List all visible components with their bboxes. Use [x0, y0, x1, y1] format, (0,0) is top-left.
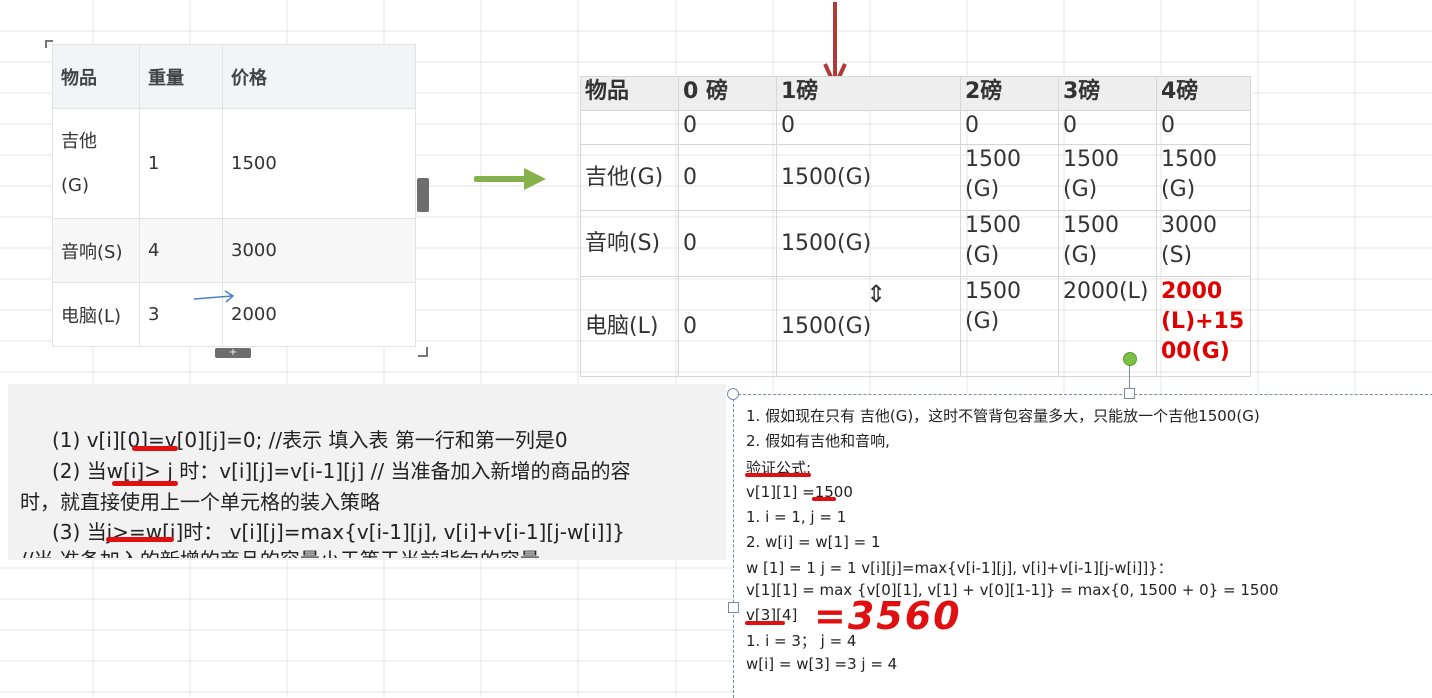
dp-cell: 1500(G): [1058, 144, 1157, 211]
dp-header: 物品: [580, 76, 679, 111]
header-item: 物品: [52, 44, 140, 109]
dp-header: 3磅: [1058, 76, 1157, 111]
dp-cell: 0: [960, 110, 1059, 145]
dp-header: 2磅: [960, 76, 1059, 111]
item-suffix: (G): [61, 174, 89, 196]
resize-cursor-icon: ⇕: [866, 280, 887, 308]
dp-cell: 0: [1058, 110, 1157, 145]
header-price: 价格: [222, 44, 416, 109]
dp-table: 物品 0 磅 1磅 2磅 3磅 4磅 0 0 0 0 0 吉他(G) 0 150…: [580, 76, 1251, 377]
note-line: 2. 假如有吉他和音响,: [746, 432, 890, 450]
green-arrow-icon: [474, 168, 546, 190]
dp-cell: [580, 110, 679, 145]
blue-arrow-icon: [193, 290, 235, 303]
handwritten-underline: [112, 481, 178, 486]
dp-cell: 1500(G): [960, 144, 1059, 211]
handwritten-result: =3560: [814, 594, 962, 638]
formula-line-3: 时，就直接使用上一个单元格的装入策略: [20, 490, 380, 514]
dp-header: 0 磅: [678, 76, 777, 111]
note-line: v[1][1] =1500: [746, 483, 853, 501]
dp-cell: 0: [678, 144, 777, 211]
rotate-handle[interactable]: [1123, 352, 1137, 366]
corner-resize-icon[interactable]: [45, 40, 53, 48]
dp-cell: 0: [678, 276, 777, 377]
corner-resize-icon[interactable]: [418, 347, 428, 357]
note-line: 1. 假如现在只有 吉他(G)，这时不管背包容量多大，只能放一个吉他1500(G…: [746, 407, 1260, 425]
table-cell: 3000: [222, 218, 416, 283]
table-cell: 1: [139, 108, 223, 219]
dp-cell: 电脑(L): [580, 276, 679, 377]
dp-cell-highlight: 2000(L)+1500(G): [1156, 276, 1251, 377]
dp-cell: 音响(S): [580, 210, 679, 277]
note-line: 2. w[i] = w[1] = 1: [746, 533, 881, 551]
dp-cell: 0: [678, 210, 777, 277]
dp-cell: 1500(G): [960, 210, 1059, 277]
selection-handle[interactable]: [727, 388, 739, 400]
note-line: 1. i = 1, j = 1: [746, 508, 847, 526]
table-add-row-handle[interactable]: +: [215, 348, 251, 358]
table-cell: 2000: [222, 282, 416, 347]
dp-cell: 0: [1156, 110, 1251, 145]
table-cell: 音响(S): [52, 218, 140, 283]
item-name: 吉他: [61, 130, 97, 152]
selection-handle[interactable]: [1124, 388, 1135, 399]
dp-cell: 2000(L): [1058, 276, 1157, 377]
note-line: w[i] = w[3] =3 j = 4: [746, 655, 898, 673]
dp-cell: 1500(G): [1058, 210, 1157, 277]
dp-cell: 1500(G): [960, 276, 1059, 377]
note-line: w [1] = 1 j = 1 v[i][j]=max{v[i-1][j], v…: [746, 559, 1173, 577]
handwritten-underline: [745, 473, 811, 477]
table-cell: 4: [139, 218, 223, 283]
formula-line-1: (1) v[i][0]=v[0][j]=0; //表示 填入表 第一行和第一列是…: [52, 428, 568, 452]
dp-cell: 3000(S): [1156, 210, 1251, 277]
handwritten-underline: [106, 537, 174, 542]
formula-line-5: //当 准备加入的新增的商品的容量小于等于当前背包的容量: [20, 544, 540, 558]
table-cell: 电脑(L): [52, 282, 140, 347]
table-cell: 吉他 (G): [52, 108, 140, 219]
formula-line-2: (2) 当w[i]> j 时：v[i][j]=v[i-1][j] // 当准备加…: [52, 459, 631, 483]
table-cell: 1500: [222, 108, 416, 219]
dp-header: 4磅: [1156, 76, 1251, 111]
dp-cell: 1500(G): [776, 144, 961, 211]
dp-cell: 1500(G): [1156, 144, 1251, 211]
dp-cell: 1500(G): [776, 210, 961, 277]
dp-cell: 吉他(G): [580, 144, 679, 211]
table-resize-handle-right[interactable]: [417, 178, 429, 212]
header-weight: 重量: [139, 44, 223, 109]
dp-header: 1磅: [776, 76, 961, 111]
handwritten-underline: [812, 497, 836, 501]
handwritten-underline: [745, 621, 785, 625]
selection-handle[interactable]: [728, 602, 739, 613]
dp-cell: 0: [678, 110, 777, 145]
dp-cell: 0: [776, 110, 961, 145]
handwritten-underline: [132, 446, 178, 451]
